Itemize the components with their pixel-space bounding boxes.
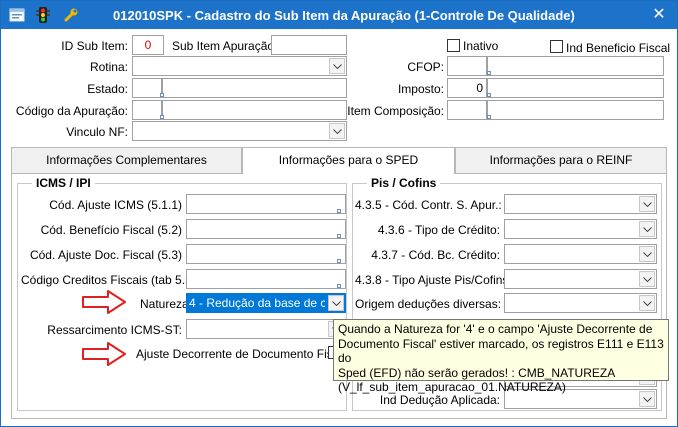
tab-informacoes-complementares[interactable]: Informações Complementares bbox=[11, 147, 242, 173]
tipo-credito-label: 4.3.6 - Tipo de Crédito: bbox=[377, 223, 500, 237]
beneficio-fiscal-label: Cód. Benefício Fiscal (5.2) bbox=[40, 223, 182, 237]
codigo-apuracao-label: Código da Apuração: bbox=[15, 104, 128, 118]
chevron-down-icon[interactable] bbox=[639, 246, 655, 262]
estado-label: Estado: bbox=[87, 82, 128, 96]
contr-s-apur-label: 4.3.5 - Cód. Contr. S. Apur.: bbox=[355, 198, 502, 212]
ajuste-icms-label: Cód. Ajuste ICMS (5.1.1) bbox=[49, 198, 182, 212]
pis-cofins-title: Pis / Cofins bbox=[367, 176, 441, 190]
vinculo-nf-select[interactable] bbox=[132, 121, 347, 141]
origem-deducoes-label: Origem deduções diversas: bbox=[355, 297, 502, 311]
creditos-fiscais-label: Código Creditos Fiscais (tab 5.5): bbox=[21, 273, 200, 287]
natureza-tooltip: Quando a Natureza for '4' e o campo 'Aju… bbox=[333, 319, 669, 394]
id-sub-item-label: ID Sub Item: bbox=[61, 39, 128, 53]
id-sub-item-input[interactable]: 0 bbox=[132, 35, 164, 55]
beneficio-fiscal-input[interactable] bbox=[186, 219, 346, 239]
lookup-indicator bbox=[337, 259, 341, 263]
creditos-fiscais-input[interactable] bbox=[186, 269, 346, 289]
chevron-down-icon[interactable] bbox=[328, 295, 344, 311]
tooltip-line: Sped (EFD) não serão gerados! : CMB_NATU… bbox=[338, 365, 616, 380]
ind-beneficio-label: Ind Beneficio Fiscal bbox=[566, 41, 671, 55]
lookup-indicator bbox=[337, 209, 341, 213]
chevron-down-icon[interactable] bbox=[329, 123, 345, 139]
app-window: 012010SPK - Cadastro do Sub Item da Apur… bbox=[0, 0, 678, 427]
window-menu-icon[interactable] bbox=[9, 7, 25, 23]
chevron-down-icon[interactable] bbox=[329, 58, 345, 74]
lookup-indicator bbox=[160, 93, 164, 97]
ressarcimento-label: Ressarcimento ICMS-ST: bbox=[47, 323, 182, 337]
item-composicao-label: Item Composição: bbox=[347, 104, 444, 118]
cfop-code-input[interactable] bbox=[447, 56, 487, 76]
natureza-selected-value: 4 - Redução da base de cálc bbox=[189, 296, 325, 310]
inativo-label: Inativo bbox=[463, 39, 499, 53]
lookup-indicator bbox=[487, 93, 491, 97]
lookup-indicator bbox=[487, 71, 491, 75]
window-title: 012010SPK - Cadastro do Sub Item da Apur… bbox=[113, 8, 575, 23]
tipo-credito-select[interactable] bbox=[504, 219, 657, 239]
imposto-code-input[interactable]: 0 bbox=[447, 78, 487, 98]
tooltip-line: Documento Fiscal' estiver marcado, os re… bbox=[338, 336, 664, 366]
chevron-down-icon[interactable] bbox=[639, 295, 655, 311]
tipo-ajuste-select[interactable] bbox=[504, 269, 657, 289]
tipo-ajuste-label: 4.3.8 - Tipo Ajuste Pis/Cofins: bbox=[355, 273, 512, 287]
cfop-description-input[interactable] bbox=[487, 56, 664, 76]
traffic-light-icon[interactable] bbox=[35, 7, 51, 23]
ajuste-decorrente-label: Ajuste Decorrente de Documento Fiscal bbox=[136, 347, 349, 361]
icms-ipi-title: ICMS / IPI bbox=[32, 176, 95, 190]
ressarcimento-select[interactable] bbox=[186, 319, 346, 339]
inativo-checkbox[interactable] bbox=[447, 39, 460, 52]
imposto-label: Imposto: bbox=[397, 82, 444, 96]
ind-beneficio-checkbox[interactable] bbox=[550, 40, 563, 53]
ind-deducao-label: Ind Dedução Aplicada: bbox=[379, 393, 500, 407]
rotina-select[interactable] bbox=[132, 56, 347, 76]
sub-item-apuracao-input[interactable] bbox=[271, 35, 347, 55]
tooltip-line: Quando a Natureza for '4' e o campo 'Aju… bbox=[338, 322, 653, 336]
natureza-label: Natureza bbox=[140, 297, 189, 311]
lookup-indicator bbox=[487, 115, 491, 119]
chevron-down-icon[interactable] bbox=[639, 221, 655, 237]
codigo-apuracao-description-input[interactable] bbox=[162, 100, 347, 120]
wrench-icon[interactable] bbox=[63, 7, 79, 23]
red-arrow-icon bbox=[82, 342, 126, 366]
chevron-down-icon[interactable] bbox=[639, 271, 655, 287]
item-composicao-description-input[interactable] bbox=[487, 100, 664, 120]
vinculo-nf-label: Vinculo NF: bbox=[66, 125, 128, 139]
close-button[interactable]: ✕ bbox=[647, 5, 671, 25]
item-composicao-code-input[interactable] bbox=[447, 100, 487, 120]
origem-deducoes-select[interactable] bbox=[504, 293, 657, 313]
estado-description-input[interactable] bbox=[162, 78, 347, 98]
chevron-down-icon[interactable] bbox=[639, 196, 655, 212]
codigo-apuracao-code-input[interactable] bbox=[132, 100, 162, 120]
lookup-indicator bbox=[337, 234, 341, 238]
tooltip-line: (V_lf_sub_item_apuracao_01.NATUREZA) bbox=[338, 380, 566, 394]
title-bar: 012010SPK - Cadastro do Sub Item da Apur… bbox=[1, 1, 677, 29]
tab-informacoes-reinf[interactable]: Informações para o REINF bbox=[455, 147, 667, 173]
red-arrow-icon bbox=[82, 290, 126, 314]
cfop-label: CFOP: bbox=[407, 60, 444, 74]
lookup-indicator bbox=[337, 284, 341, 288]
contr-s-apur-select[interactable] bbox=[504, 194, 657, 214]
lookup-indicator bbox=[160, 115, 164, 119]
natureza-select[interactable]: 4 - Redução da base de cálc bbox=[186, 293, 346, 313]
ajuste-doc-fiscal-input[interactable] bbox=[186, 244, 346, 264]
estado-code-input[interactable] bbox=[132, 78, 162, 98]
ajuste-icms-input[interactable] bbox=[186, 194, 346, 214]
bc-credito-select[interactable] bbox=[504, 244, 657, 264]
tab-informacoes-sped[interactable]: Informações para o SPED bbox=[242, 147, 455, 174]
rotina-label: Rotina: bbox=[89, 60, 128, 74]
sub-item-apuracao-label: Sub Item Apuração: bbox=[172, 39, 278, 53]
bc-credito-label: 4.3.7 - Cód. Bc. Crédito: bbox=[371, 248, 500, 262]
imposto-description-input[interactable] bbox=[487, 78, 664, 98]
ajuste-doc-fiscal-label: Cód. Ajuste Doc. Fiscal (5.3) bbox=[29, 248, 182, 262]
